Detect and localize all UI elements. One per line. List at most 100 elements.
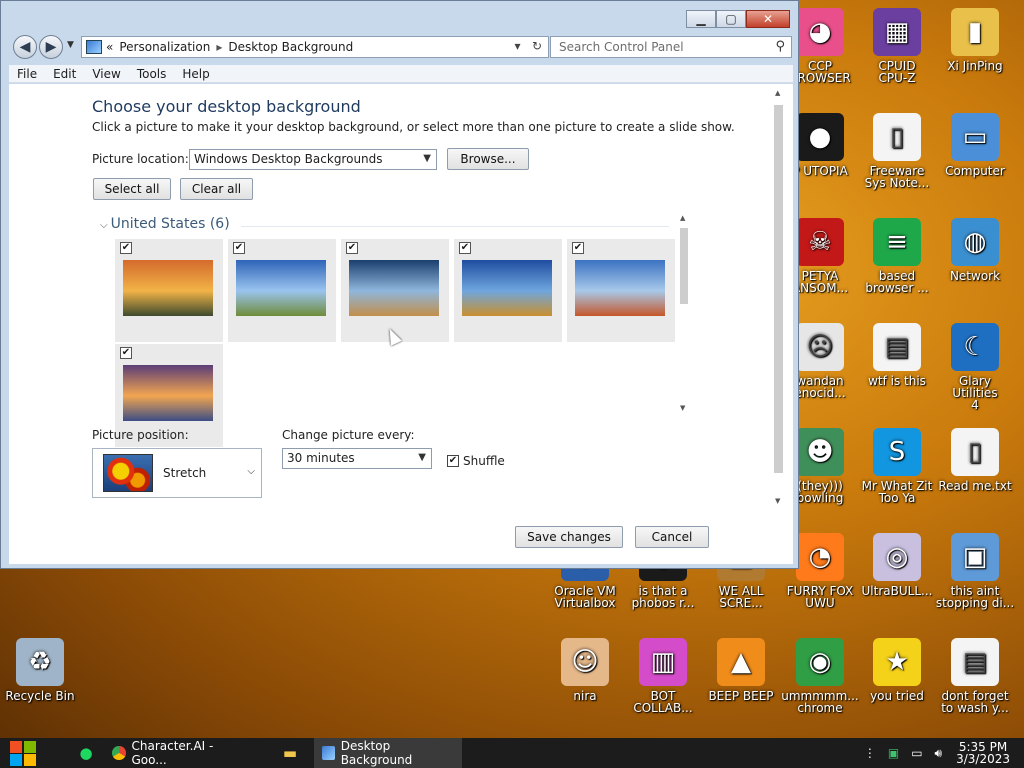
- desktop-icon-label: Glary Utilities 4: [952, 374, 998, 412]
- desktop-icon[interactable]: ▤ wtf is this: [857, 323, 937, 387]
- back-button[interactable]: ◀: [13, 35, 37, 59]
- menu-help[interactable]: Help: [174, 67, 217, 81]
- menu-view[interactable]: View: [84, 67, 128, 81]
- picture-location-select[interactable]: Windows Desktop Backgrounds ▼: [189, 149, 437, 170]
- forward-button[interactable]: ▶: [39, 35, 63, 59]
- thumbnail-checkbox[interactable]: ✔: [346, 242, 358, 254]
- breadcrumb-separator[interactable]: ▸: [216, 40, 222, 54]
- page-scrollbar[interactable]: ▲ ▼: [772, 89, 786, 509]
- scroll-down-icon[interactable]: ▼: [775, 497, 780, 505]
- desktop-icon[interactable]: ▦ CPUID CPU-Z: [857, 8, 937, 84]
- desktop-icon[interactable]: ★ you tried: [857, 638, 937, 702]
- wallpaper-image[interactable]: [575, 260, 665, 316]
- thumbnail-checkbox[interactable]: ✔: [459, 242, 471, 254]
- desktop-icon[interactable]: ▯ Freeware Sys Note...: [857, 113, 937, 189]
- desktop-icon-label: wtf is this: [868, 374, 926, 388]
- thumbnail-4[interactable]: ✔: [454, 239, 562, 342]
- scroll-down-icon[interactable]: ▼: [680, 404, 685, 412]
- utopia-icon: ●: [796, 113, 844, 161]
- desktop-icon[interactable]: ▯ Read me.txt: [935, 428, 1015, 492]
- breadcrumb-personalization[interactable]: Personalization: [119, 40, 210, 54]
- overflow-icon[interactable]: ⋮: [864, 746, 876, 760]
- network-tray-icon[interactable]: ▣: [888, 746, 899, 760]
- picture-position-value: Stretch: [163, 466, 207, 480]
- arrow-right-icon: ▶: [45, 39, 57, 55]
- desktop-icon[interactable]: ▣ this aint stopping di...: [935, 533, 1015, 609]
- start-button[interactable]: [0, 738, 40, 768]
- menu-edit[interactable]: Edit: [45, 67, 84, 81]
- desktop-icon[interactable]: ◍ Network: [935, 218, 1015, 282]
- clear-all-button[interactable]: Clear all: [180, 178, 253, 200]
- thumbnail-1[interactable]: ✔: [115, 239, 223, 342]
- search-input[interactable]: Search Control Panel ⚲: [550, 36, 792, 58]
- breadcrumb-desktop-background[interactable]: Desktop Background: [228, 40, 353, 54]
- shuffle-label[interactable]: Shuffle: [463, 454, 505, 468]
- breadcrumb-overflow[interactable]: «: [106, 40, 113, 54]
- refresh-icon[interactable]: ↻: [532, 39, 542, 53]
- scrollbar-thumb[interactable]: [680, 228, 688, 304]
- desktop-icon[interactable]: ☺ nira: [545, 638, 625, 702]
- system-tray: ⋮ ▣ ▭ 🔊︎ 5:35 PM 3/3/2023: [858, 738, 1024, 768]
- minimize-button[interactable]: ▁: [686, 10, 716, 28]
- thumbnail-checkbox[interactable]: ✔: [120, 242, 132, 254]
- chevron-down-icon[interactable]: ▾: [514, 39, 520, 53]
- control-panel-icon: [86, 40, 102, 54]
- maximize-button[interactable]: ▢: [716, 10, 746, 28]
- scroll-up-icon[interactable]: ▲: [680, 214, 685, 222]
- spotify-taskbar-icon[interactable]: ●: [68, 738, 104, 768]
- thumbnail-5[interactable]: ✔: [567, 239, 675, 342]
- wallpaper-image[interactable]: [123, 365, 213, 421]
- thumbnail-checkbox[interactable]: ✔: [233, 242, 245, 254]
- menu-tools[interactable]: Tools: [129, 67, 175, 81]
- menu-file[interactable]: File: [9, 67, 45, 81]
- desktop-icon[interactable]: ▮ Xi JinPing: [935, 8, 1015, 72]
- gallery-scrollbar[interactable]: ▲ ▼: [679, 214, 689, 414]
- desktop-icon[interactable]: ☾ Glary Utilities 4: [935, 323, 1015, 411]
- close-button[interactable]: ✕: [746, 10, 790, 28]
- page-title: Choose your desktop background: [92, 97, 361, 116]
- volume-icon[interactable]: 🔊︎: [935, 746, 943, 761]
- file-explorer-icon[interactable]: ▬: [272, 738, 308, 768]
- desktop-icon[interactable]: ≡ based browser ...: [857, 218, 937, 294]
- calendar-doc-icon: ▤: [951, 638, 999, 686]
- desktop-icon[interactable]: ▤ dont forget to wash y...: [935, 638, 1015, 714]
- thumbnail-checkbox[interactable]: ✔: [572, 242, 584, 254]
- picture-position-select[interactable]: Stretch ⌵: [92, 448, 262, 498]
- chevron-down-icon[interactable]: ⌵: [100, 220, 108, 231]
- calendar-doc-icon: ▤: [873, 323, 921, 371]
- taskbar-item-label: Character.AI - Goo...: [131, 739, 214, 767]
- save-changes-button[interactable]: Save changes: [515, 526, 623, 548]
- glary-icon: ☾: [951, 323, 999, 371]
- shuffle-checkbox[interactable]: ✔: [447, 455, 459, 467]
- desktop-icon[interactable]: ♻ Recycle Bin: [0, 638, 80, 702]
- wallpaper-image[interactable]: [123, 260, 213, 316]
- browse-button[interactable]: Browse...: [447, 148, 529, 170]
- desktop-icon[interactable]: ◎ UltraBULL...: [857, 533, 937, 597]
- monitor-tray-icon[interactable]: ▭: [911, 746, 922, 760]
- scrollbar-thumb[interactable]: [774, 105, 783, 473]
- thumbnail-2[interactable]: ✔: [228, 239, 336, 342]
- skull-icon: ☠: [796, 218, 844, 266]
- scroll-up-icon[interactable]: ▲: [775, 89, 780, 97]
- wallpaper-image[interactable]: [349, 260, 439, 316]
- wallpaper-image[interactable]: [462, 260, 552, 316]
- group-header[interactable]: ⌵ United States (6): [100, 216, 230, 232]
- address-bar[interactable]: « Personalization ▸ Desktop Background ▾…: [81, 36, 549, 58]
- title-bar[interactable]: ▁ ▢ ✕: [1, 1, 798, 31]
- recent-pages-chevron-icon[interactable]: ▼: [67, 40, 74, 50]
- taskbar-item-chrome[interactable]: Character.AI - Goo...: [104, 738, 256, 768]
- desktop-icon[interactable]: ▥ BOT COLLAB...: [623, 638, 703, 714]
- search-icon[interactable]: ⚲: [775, 39, 785, 54]
- select-all-button[interactable]: Select all: [93, 178, 171, 200]
- desktop-icon[interactable]: ▲ BEEP BEEP: [701, 638, 781, 702]
- cancel-button[interactable]: Cancel: [635, 526, 709, 548]
- thumbnail-checkbox[interactable]: ✔: [120, 347, 132, 359]
- taskbar-item-desktop-background[interactable]: Desktop Background: [314, 738, 462, 768]
- wallpaper-image[interactable]: [236, 260, 326, 316]
- desktop-icon[interactable]: ▭ Computer: [935, 113, 1015, 177]
- clock[interactable]: 5:35 PM 3/3/2023: [956, 741, 1010, 765]
- desktop-icon[interactable]: S Mr What Zit Too Ya: [857, 428, 937, 504]
- group-divider: [241, 226, 669, 227]
- change-picture-select[interactable]: 30 minutes ▼: [282, 448, 432, 469]
- desktop-icon[interactable]: ◉ ummmmm... chrome: [780, 638, 860, 714]
